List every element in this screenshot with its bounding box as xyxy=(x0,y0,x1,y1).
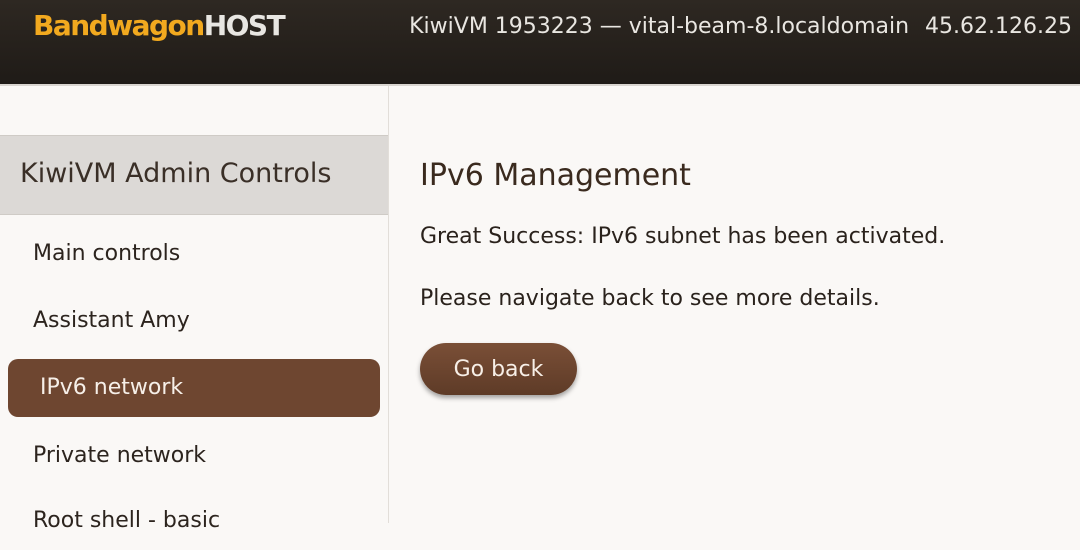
sidebar-item-assistant-amy[interactable]: Assistant Amy xyxy=(8,292,380,350)
navigate-message: Please navigate back to see more details… xyxy=(420,286,880,311)
logo-brand-text: Bandwagon xyxy=(33,9,205,42)
success-message: Great Success: IPv6 subnet has been acti… xyxy=(420,224,946,249)
vm-title: KiwiVM 1953223 — vital-beam-8.localdomai… xyxy=(409,14,910,39)
main-content: IPv6 Management Great Success: IPv6 subn… xyxy=(389,86,1080,523)
sidebar: KiwiVM Admin Controls Main controls Assi… xyxy=(0,86,389,533)
sidebar-heading: KiwiVM Admin Controls xyxy=(0,135,388,215)
sidebar-heading-text: KiwiVM Admin Controls xyxy=(20,158,332,189)
logo-host-text: HOST xyxy=(203,9,286,42)
top-header: BandwagonHOST KiwiVM 1953223 — vital-bea… xyxy=(0,0,1080,84)
sidebar-item-private-network[interactable]: Private network xyxy=(8,427,380,485)
sidebar-item-main-controls[interactable]: Main controls xyxy=(8,225,380,283)
page-title: IPv6 Management xyxy=(420,158,691,193)
bandwagonhost-logo[interactable]: BandwagonHOST xyxy=(33,8,286,44)
go-back-button[interactable]: Go back xyxy=(420,343,577,395)
sidebar-item-ipv6-network[interactable]: IPv6 network xyxy=(8,359,380,417)
sidebar-item-root-shell-basic[interactable]: Root shell - basic xyxy=(8,492,380,550)
vm-info: KiwiVM 1953223 — vital-beam-8.localdomai… xyxy=(409,12,1072,42)
vm-ip-address: 45.62.126.25 xyxy=(925,14,1072,39)
